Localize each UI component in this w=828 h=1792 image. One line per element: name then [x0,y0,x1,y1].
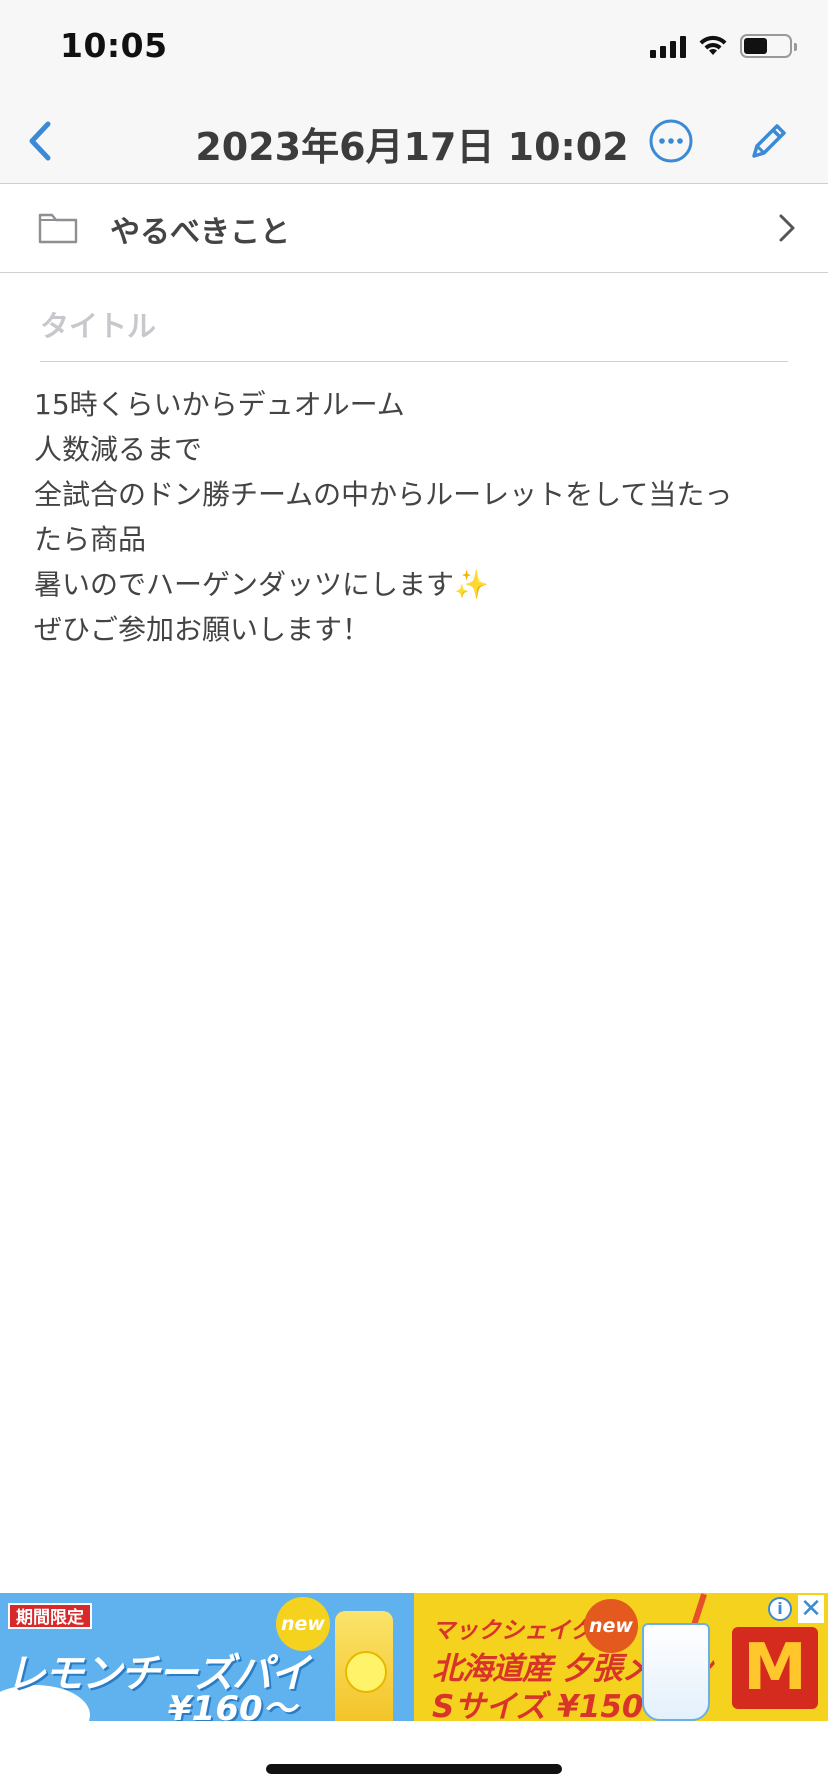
chevron-right-icon [779,214,795,242]
status-time: 10:05 [60,26,168,65]
folder-icon [38,213,78,244]
memo-line: 暑いのでハーゲンダッツにします✨ [34,568,489,601]
ad-banner[interactable]: 期間限定 new レモンチーズパイ ¥160〜 マックシェイク® new 北海道… [0,1593,828,1721]
folder-name: やるべきこと [110,215,290,250]
ellipsis-circle-icon [649,119,693,163]
edit-button[interactable] [746,118,792,164]
memo-line: たら商品 [34,523,147,556]
memo-line: ぜひご参加お願いします！ [34,613,371,646]
cellular-signal-icon [650,34,686,58]
wifi-icon [699,35,727,55]
memo-body-text[interactable]: 15時くらいからデュオルーム 人数減るまで 全試合のドン勝チームの中からルーレッ… [34,382,794,652]
ad-close-button[interactable]: ✕ [798,1595,824,1623]
page-title: 2023年6月17日 10:02 [0,116,828,171]
status-bar: 10:05 [0,0,828,98]
ad-drink-image [335,1611,393,1721]
status-icons [650,34,797,58]
ad-right-panel[interactable]: マックシェイク® new 北海道産 夕張メロン Sサイズ ¥150〜 M [414,1593,828,1721]
home-indicator[interactable] [266,1764,562,1774]
navigation-bar: 2023年6月17日 10:02 [0,98,828,184]
ad-shake-price: Sサイズ ¥150〜 [432,1689,675,1721]
folder-selector[interactable]: やるべきこと [0,185,828,273]
pencil-icon [752,124,786,158]
memo-line: 全試合のドン勝チームの中からルーレットをして当たっ [34,478,733,511]
ad-limited-tag: 期間限定 [8,1603,92,1629]
ad-info-icon[interactable]: i [768,1597,792,1621]
more-options-button[interactable] [648,118,694,164]
battery-icon [740,34,797,58]
mcdonalds-logo-icon: M [732,1627,818,1709]
ad-product-price: ¥160〜 [168,1689,297,1721]
battery-level [744,38,767,54]
memo-datetime: 2023年6月17日 10:02 [195,125,629,169]
ad-cup-image [642,1623,710,1721]
title-field[interactable] [40,290,788,362]
ad-left-panel[interactable]: 期間限定 new レモンチーズパイ ¥160〜 [0,1593,414,1721]
memo-line: 人数減るまで [34,433,203,466]
memo-line: 15時くらいからデュオルーム [34,388,405,421]
memo-screen: 10:05 2023年6月17日 10:02 やるべきこと タイトル 15時くら… [0,0,828,1792]
